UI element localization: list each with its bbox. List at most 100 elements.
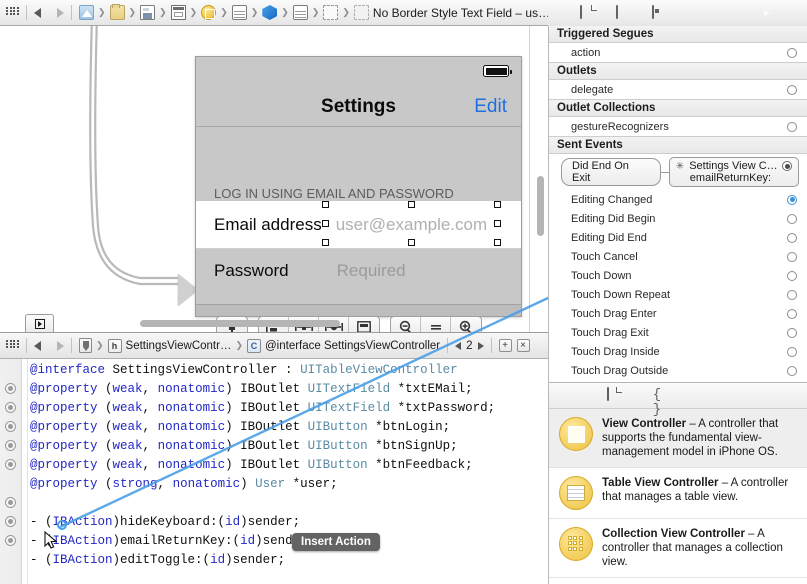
size-inspector-icon[interactable] [724, 6, 740, 20]
file-icon[interactable] [140, 5, 156, 20]
table-cell-icon[interactable] [292, 5, 308, 20]
code-line[interactable]: @property (weak, nonatomic) IBOutlet UIB… [30, 437, 495, 456]
inspector-row[interactable]: action [549, 43, 807, 62]
xcode-project-icon[interactable] [79, 5, 94, 20]
object-library-panel[interactable]: { } View Controller – A controller that … [548, 382, 807, 584]
code-line[interactable] [30, 494, 495, 513]
file-inspector-icon[interactable] [579, 5, 596, 20]
code-line[interactable]: @interface SettingsViewController : UITa… [30, 361, 495, 380]
code-line[interactable]: - (IBAction)emailReturnKey:(id)sender; [30, 532, 495, 551]
connection-well[interactable] [787, 47, 797, 58]
code-line[interactable]: - (IBAction)editToggle:(id)sender; [30, 551, 495, 570]
connection-bullet[interactable] [5, 402, 16, 413]
scene-icon[interactable] [201, 5, 217, 20]
editor-gutter[interactable] [0, 359, 22, 584]
forward-button[interactable] [57, 7, 64, 18]
back-button[interactable] [34, 7, 41, 18]
editor-back-button[interactable] [34, 340, 41, 351]
add-editor-button[interactable]: + [498, 339, 512, 352]
event-connection[interactable]: Did End On Exit ✳ Settings View C… emailRet… [549, 154, 807, 190]
inspector-row[interactable]: Editing Did End [549, 228, 807, 247]
connection-well[interactable] [787, 308, 797, 319]
connections-inspector[interactable]: Triggered Segues action Outlets delegate Out… [548, 26, 807, 382]
resize-handle[interactable] [408, 239, 415, 246]
zoom-actual-icon[interactable] [421, 317, 451, 332]
next-counterpart-button[interactable] [477, 341, 484, 350]
resize-handle[interactable] [408, 201, 415, 208]
media-library-icon[interactable] [733, 388, 749, 403]
selection-handles[interactable] [322, 201, 504, 246]
inspector-row[interactable]: Editing Did Begin [549, 209, 807, 228]
breadcrumb-title[interactable]: No Border Style Text Field – us… [373, 6, 550, 20]
inspector-row[interactable]: Touch Drag Exit [549, 323, 807, 342]
table-view-icon[interactable] [231, 5, 247, 20]
code-line[interactable]: @property (weak, nonatomic) IBOutlet UIT… [30, 399, 495, 418]
inspector-row[interactable]: Touch Down [549, 266, 807, 285]
connection-well[interactable] [787, 194, 797, 205]
code-snippet-library-icon[interactable]: { } [649, 388, 665, 418]
zoom-in-icon[interactable] [451, 317, 481, 332]
disconnect-icon[interactable]: ✳ [676, 161, 684, 172]
related-items-icon[interactable] [6, 340, 19, 351]
object-library-icon[interactable] [691, 388, 707, 403]
edit-button[interactable]: Edit [474, 96, 507, 118]
interface-builder-canvas[interactable]: Settings Edit LOG IN USING EMAIL AND PAS… [0, 26, 548, 332]
file-template-library-icon[interactable] [607, 387, 623, 403]
code-line[interactable]: @property (weak, nonatomic) IBOutlet UIB… [30, 418, 495, 437]
dashed-textfield-icon[interactable] [353, 5, 369, 20]
connection-well[interactable] [787, 270, 797, 281]
code-line[interactable]: @property (weak, nonatomic) IBOutlet UIT… [30, 380, 495, 399]
folder-icon[interactable] [109, 4, 125, 20]
resize-handle[interactable] [322, 201, 329, 208]
related-items-icon[interactable] [6, 7, 19, 18]
list-item[interactable]: Collection View Controller – A controlle… [549, 519, 807, 578]
dashed-view-icon[interactable] [323, 5, 339, 20]
connection-well[interactable] [787, 121, 797, 132]
identity-inspector-icon[interactable] [651, 5, 668, 20]
connection-well[interactable] [787, 327, 797, 338]
previous-counterpart-button[interactable] [455, 341, 462, 350]
connection-bullet[interactable] [5, 421, 16, 432]
resize-handle[interactable] [322, 239, 329, 246]
inspector-row[interactable]: gestureRecognizers [549, 117, 807, 136]
event-name[interactable]: Did End On Exit [561, 158, 661, 186]
inspector-row[interactable]: delegate [549, 80, 807, 99]
inspector-row[interactable]: Touch Cancel [549, 247, 807, 266]
editor-forward-button[interactable] [57, 340, 64, 351]
inspector-row[interactable]: Touch Drag Outside [549, 361, 807, 380]
connection-well[interactable] [787, 346, 797, 357]
code-line[interactable] [30, 570, 495, 584]
table-row[interactable]: Password Required [196, 249, 521, 293]
connection-well[interactable] [787, 251, 797, 262]
inspector-row[interactable]: Touch Drag Inside [549, 342, 807, 361]
code-line[interactable]: @property (weak, nonatomic) IBOutlet UIB… [30, 456, 495, 475]
table-row[interactable]: Email address user@example.com [196, 201, 521, 249]
connection-target[interactable]: ✳ Settings View C… emailReturnKey: [668, 157, 799, 187]
list-item[interactable]: View Controller – A controller that supp… [549, 409, 807, 468]
connections-inspector-icon[interactable] [760, 6, 776, 20]
jumpbar-file-name[interactable]: SettingsViewContr… [126, 340, 232, 352]
connection-bullet[interactable] [5, 440, 16, 451]
storyboard-entry-point-button[interactable] [25, 314, 54, 332]
document-icon[interactable] [79, 338, 92, 353]
storyboard-icon[interactable] [170, 5, 186, 20]
resize-handle[interactable] [494, 220, 501, 227]
connection-bullet[interactable] [5, 535, 16, 546]
source-code-editor[interactable]: @interface SettingsViewController : UITa… [0, 359, 548, 584]
connection-bullet[interactable] [5, 497, 16, 508]
resize-handle[interactable] [322, 220, 329, 227]
connection-well[interactable] [787, 365, 797, 376]
connection-bullet[interactable] [5, 383, 16, 394]
resize-handle[interactable] [494, 201, 501, 208]
code-line[interactable]: - (IBAction)hideKeyboard:(id)sender; [30, 513, 495, 532]
view-controller-scene[interactable]: Settings Edit LOG IN USING EMAIL AND PAS… [195, 56, 522, 317]
attributes-inspector-icon[interactable] [688, 6, 704, 20]
quick-help-inspector-icon[interactable] [615, 5, 632, 20]
code-text[interactable]: @interface SettingsViewController : UITa… [30, 361, 495, 584]
jumpbar-symbol-name[interactable]: @interface SettingsViewController [265, 340, 440, 352]
list-item[interactable]: Table View Controller – A controller tha… [549, 468, 807, 519]
connection-bullet[interactable] [5, 459, 16, 470]
password-field[interactable]: Required [337, 261, 406, 281]
connection-well[interactable] [787, 213, 797, 224]
cube-icon[interactable] [262, 5, 278, 20]
